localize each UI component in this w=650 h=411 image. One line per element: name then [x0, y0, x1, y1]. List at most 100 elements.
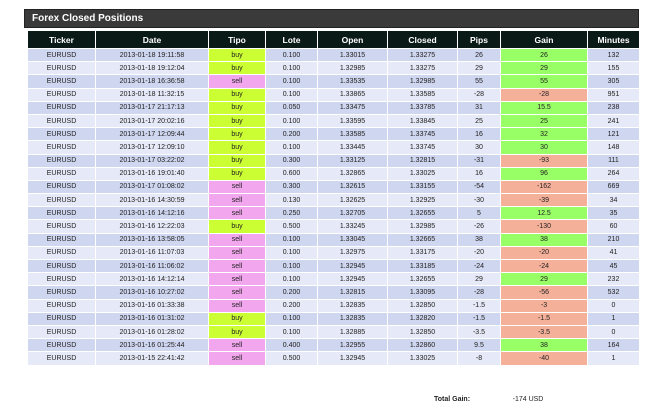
cell-date: 2013-01-16 14:12:14	[95, 272, 209, 287]
table-row: EURUSD 2013-01-16 01:33:38 sell 0.200 1.3283…	[27, 298, 640, 313]
table-row: EURUSD 2013-01-17 01:08:02 sell 0.300 1.3261…	[27, 179, 640, 195]
column-header-date[interactable]: Date	[95, 30, 209, 49]
cell-open: 1.32625	[317, 193, 388, 208]
cell-date: 2013-01-17 21:17:13	[95, 100, 209, 115]
cell-date: 2013-01-15 22:41:42	[95, 351, 209, 366]
cell-gain: -20	[500, 245, 588, 261]
cell-gain: -40	[500, 351, 588, 366]
table-row: EURUSD 2013-01-16 01:31:02 buy 0.100 1.32835…	[27, 311, 640, 326]
column-header-minutes[interactable]: Minutes	[587, 30, 640, 49]
cell-gain: -1.5	[500, 311, 588, 326]
cell-lote: 0.050	[265, 100, 318, 115]
cell-pips: 26	[457, 47, 501, 63]
cell-closed: 1.32860	[387, 338, 458, 353]
total-gain-row: Total Gain: -174 USD	[27, 396, 639, 408]
cell-pips: -1.5	[457, 311, 501, 326]
cell-tipo: sell	[208, 285, 266, 300]
cell-ticker: EURUSD	[27, 258, 96, 274]
cell-tipo: buy	[208, 311, 266, 326]
cell-closed: 1.32985	[387, 219, 458, 234]
total-gain-label: Total Gain:	[434, 396, 471, 403]
cell-lote: 0.200	[265, 285, 318, 300]
column-header-ticker[interactable]: Ticker	[27, 30, 96, 49]
cell-lote: 0.100	[265, 61, 318, 76]
cell-tipo: buy	[208, 47, 266, 63]
cell-pips: 55	[457, 74, 501, 89]
cell-open: 1.32945	[317, 272, 388, 287]
cell-closed: 1.33175	[387, 245, 458, 261]
cell-lote: 0.100	[265, 232, 318, 247]
cell-ticker: EURUSD	[27, 298, 96, 313]
table-row: EURUSD 2013-01-16 01:25:44 sell 0.400 1.3295…	[27, 338, 640, 353]
cell-minutes: 155	[587, 61, 640, 76]
cell-date: 2013-01-16 12:22:03	[95, 219, 209, 234]
cell-date: 2013-01-18 19:12:04	[95, 61, 209, 76]
cell-minutes: 241	[587, 113, 640, 129]
cell-date: 2013-01-17 20:02:16	[95, 113, 209, 129]
cell-lote: 0.300	[265, 153, 318, 168]
cell-closed: 1.33745	[387, 140, 458, 155]
column-header-closed[interactable]: Closed	[387, 30, 458, 49]
cell-gain: 30	[500, 140, 588, 155]
table-row: EURUSD 2013-01-15 22:41:42 sell 0.500 1.3294…	[27, 351, 640, 366]
column-header-pips[interactable]: Pips	[457, 30, 501, 49]
cell-gain: 25	[500, 113, 588, 129]
cell-lote: 0.130	[265, 193, 318, 208]
closed-positions-table: Ticker Date Tipo Lote Open Closed Pips G…	[27, 30, 640, 366]
cell-pips: -31	[457, 153, 501, 168]
cell-tipo: sell	[208, 245, 266, 261]
cell-date: 2013-01-17 12:09:44	[95, 127, 209, 142]
cell-minutes: 305	[587, 74, 640, 89]
cell-pips: -20	[457, 245, 501, 261]
cell-closed: 1.33845	[387, 113, 458, 129]
cell-tipo: sell	[208, 232, 266, 247]
cell-lote: 0.500	[265, 219, 318, 234]
cell-pips: 31	[457, 100, 501, 115]
cell-open: 1.32945	[317, 258, 388, 274]
cell-closed: 1.33785	[387, 100, 458, 115]
cell-gain: -56	[500, 285, 588, 300]
cell-tipo: buy	[208, 87, 266, 102]
cell-date: 2013-01-18 11:32:15	[95, 87, 209, 102]
column-header-lote[interactable]: Lote	[265, 30, 318, 49]
cell-ticker: EURUSD	[27, 179, 96, 195]
cell-tipo: sell	[208, 206, 266, 221]
cell-ticker: EURUSD	[27, 127, 96, 142]
cell-open: 1.33045	[317, 232, 388, 247]
cell-minutes: 111	[587, 153, 640, 168]
cell-gain: -3.5	[500, 324, 588, 340]
column-header-gain[interactable]: Gain	[500, 30, 588, 49]
cell-lote: 0.500	[265, 351, 318, 366]
cell-lote: 0.100	[265, 245, 318, 261]
cell-open: 1.32835	[317, 311, 388, 326]
column-header-tipo[interactable]: Tipo	[208, 30, 266, 49]
panel-title: Forex Closed Positions	[32, 13, 144, 24]
table-row: EURUSD 2013-01-17 03:22:02 buy 0.300 1.33125…	[27, 153, 640, 168]
cell-pips: -3.5	[457, 324, 501, 340]
cell-ticker: EURUSD	[27, 74, 96, 89]
table-row: EURUSD 2013-01-16 01:28:02 buy 0.100 1.32885…	[27, 324, 640, 340]
cell-date: 2013-01-16 13:58:05	[95, 232, 209, 247]
cell-gain: 26	[500, 47, 588, 63]
table-row: EURUSD 2013-01-16 14:12:14 sell 0.100 1.3294…	[27, 272, 640, 287]
cell-gain: -93	[500, 153, 588, 168]
cell-pips: -28	[457, 87, 501, 102]
cell-lote: 0.100	[265, 272, 318, 287]
cell-date: 2013-01-17 03:22:02	[95, 153, 209, 168]
cell-open: 1.32615	[317, 179, 388, 195]
cell-lote: 0.600	[265, 166, 318, 181]
cell-open: 1.32705	[317, 206, 388, 221]
cell-closed: 1.32925	[387, 193, 458, 208]
cell-minutes: 35	[587, 206, 640, 221]
cell-open: 1.32815	[317, 285, 388, 300]
cell-ticker: EURUSD	[27, 166, 96, 181]
column-header-open[interactable]: Open	[317, 30, 388, 49]
cell-open: 1.33595	[317, 113, 388, 129]
cell-open: 1.32985	[317, 61, 388, 76]
cell-pips: 38	[457, 232, 501, 247]
cell-date: 2013-01-16 14:12:16	[95, 206, 209, 221]
cell-open: 1.33865	[317, 87, 388, 102]
cell-pips: 29	[457, 61, 501, 76]
cell-ticker: EURUSD	[27, 351, 96, 366]
cell-closed: 1.33155	[387, 179, 458, 195]
